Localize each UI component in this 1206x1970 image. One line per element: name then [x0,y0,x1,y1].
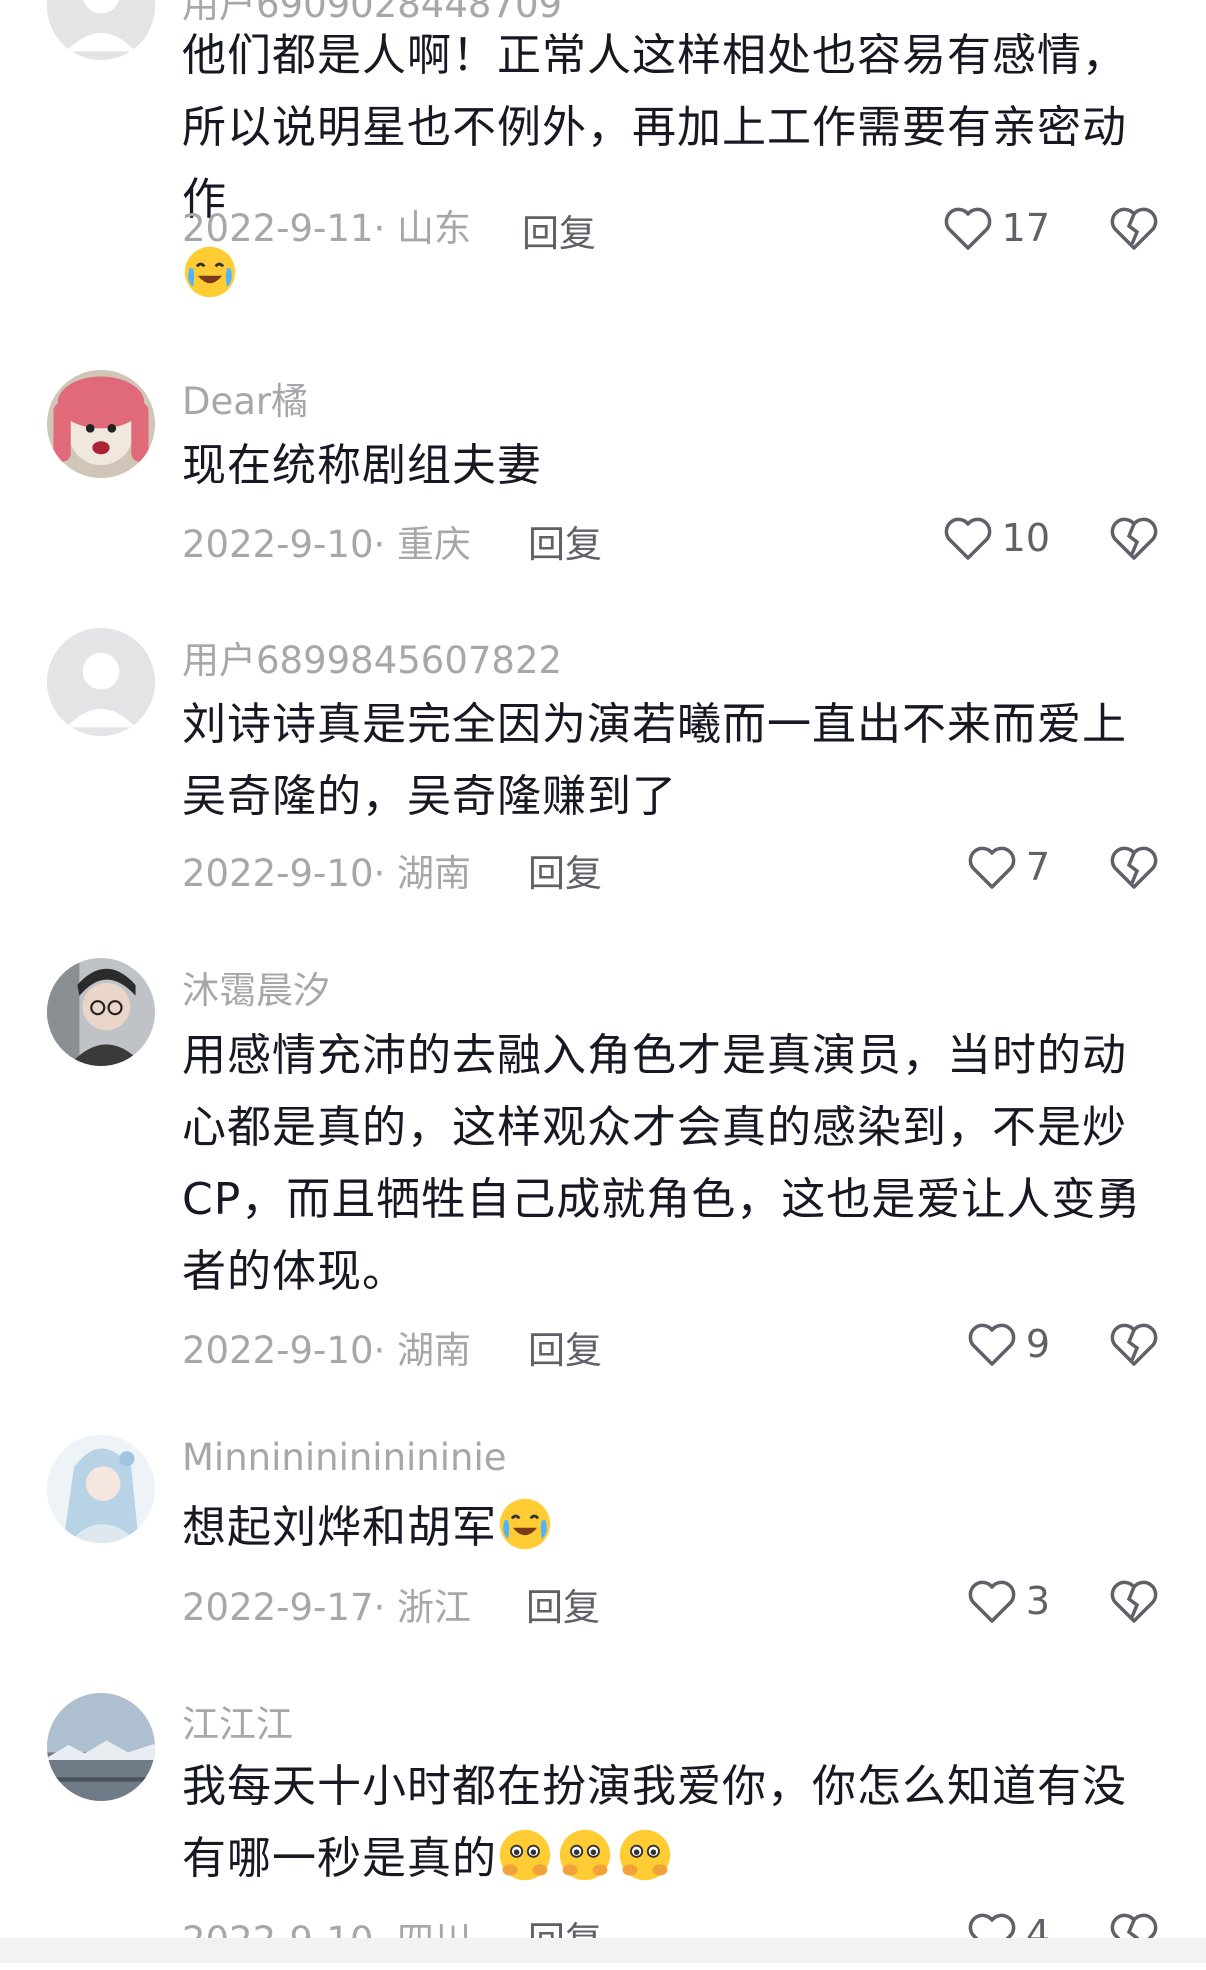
avatar[interactable] [47,1693,155,1801]
holding-back-tears-emoji-icon [557,1827,613,1883]
comment-text: 他们都是人啊！正常人这样相处也容易有感情，所以说明星也不例外，再加上工作需要有亲… [182,20,1167,312]
heart-outline-icon [968,1323,1016,1366]
default-avatar[interactable] [47,628,155,736]
comment-username[interactable]: 用户6899845607822 [182,630,562,684]
comment-username[interactable]: Dear橘 [182,371,308,425]
comment-date-location: 2022-9-11· 山东 [182,207,472,250]
like-count: 7 [1025,845,1050,889]
reply-button[interactable]: 回复 [528,1320,602,1374]
broken-heart-icon[interactable] [1108,514,1160,562]
heart-outline-icon [944,207,991,250]
reply-button[interactable]: 回复 [522,203,596,257]
default-avatar[interactable] [47,0,155,60]
broken-heart-icon[interactable] [1108,1577,1160,1625]
comment-text-body: 想起刘烨和胡军 [182,1502,497,1553]
comment-date-location: 2022-9-10· 湖南 [182,1329,472,1372]
like-count: 9 [1025,1322,1050,1366]
like-count: 10 [1001,516,1050,560]
like-button[interactable]: 3 [966,1571,1050,1631]
like-count: 3 [1025,1579,1050,1623]
comment-text: 用感情充沛的去融入角色才是真演员，当时的动心都是真的，这样观众才会真的感染到，不… [182,1020,1167,1308]
broken-heart-icon[interactable] [1108,204,1160,252]
like-button[interactable]: 17 [942,198,1050,258]
bottom-edge [0,1938,1206,1963]
comment-text-body: 他们都是人啊！正常人这样相处也容易有感情，所以说明星也不例外，再加上工作需要有亲… [182,30,1127,225]
comment-text-body: 刘诗诗真是完全因为演若曦而一直出不来而爱上吴奇隆的，吴奇隆赚到了 [182,699,1127,822]
heart-outline-icon [968,1580,1016,1623]
comment-text: 我每天十小时都在扮演我爱你，你怎么知道有没有哪一秒是真的 [182,1751,1167,1895]
like-button[interactable]: 10 [942,508,1050,568]
like-button[interactable]: 9 [966,1314,1050,1374]
comment-date-location: 2022-9-17· 浙江 [182,1586,472,1629]
heart-outline-icon [968,846,1016,889]
crying-laughing-emoji-icon [497,1496,553,1552]
reply-button[interactable]: 回复 [528,514,602,568]
broken-heart-icon[interactable] [1108,843,1160,891]
comment-username[interactable]: Minnininininininie [182,1436,507,1479]
comment-text: 现在统称剧组夫妻 [182,430,1167,502]
like-count: 17 [1001,206,1050,250]
avatar[interactable] [47,958,155,1066]
comment-text-body: 现在统称剧组夫妻 [182,440,542,491]
holding-back-tears-emoji-icon [617,1827,673,1883]
reply-button[interactable]: 回复 [526,1577,600,1631]
comment-text: 刘诗诗真是完全因为演若曦而一直出不来而爱上吴奇隆的，吴奇隆赚到了 [182,689,1167,833]
heart-outline-icon [944,517,991,560]
comment-text: 想起刘烨和胡军 [182,1492,1167,1564]
holding-back-tears-emoji-icon [497,1827,553,1883]
avatar[interactable] [47,1435,155,1543]
reply-button[interactable]: 回复 [528,843,602,897]
comment-date-location: 2022-9-10· 湖南 [182,852,472,895]
comment-username[interactable]: 沐霭晨汐 [182,960,330,1014]
comment-text-body: 用感情充沛的去融入角色才是真演员，当时的动心都是真的，这样观众才会真的感染到，不… [182,1030,1142,1297]
comment-username[interactable]: 江江江 [182,1694,293,1748]
comment-date-location: 2022-9-10· 重庆 [182,523,472,566]
broken-heart-icon[interactable] [1108,1320,1160,1368]
avatar[interactable] [47,370,155,478]
like-button[interactable]: 7 [966,837,1050,897]
